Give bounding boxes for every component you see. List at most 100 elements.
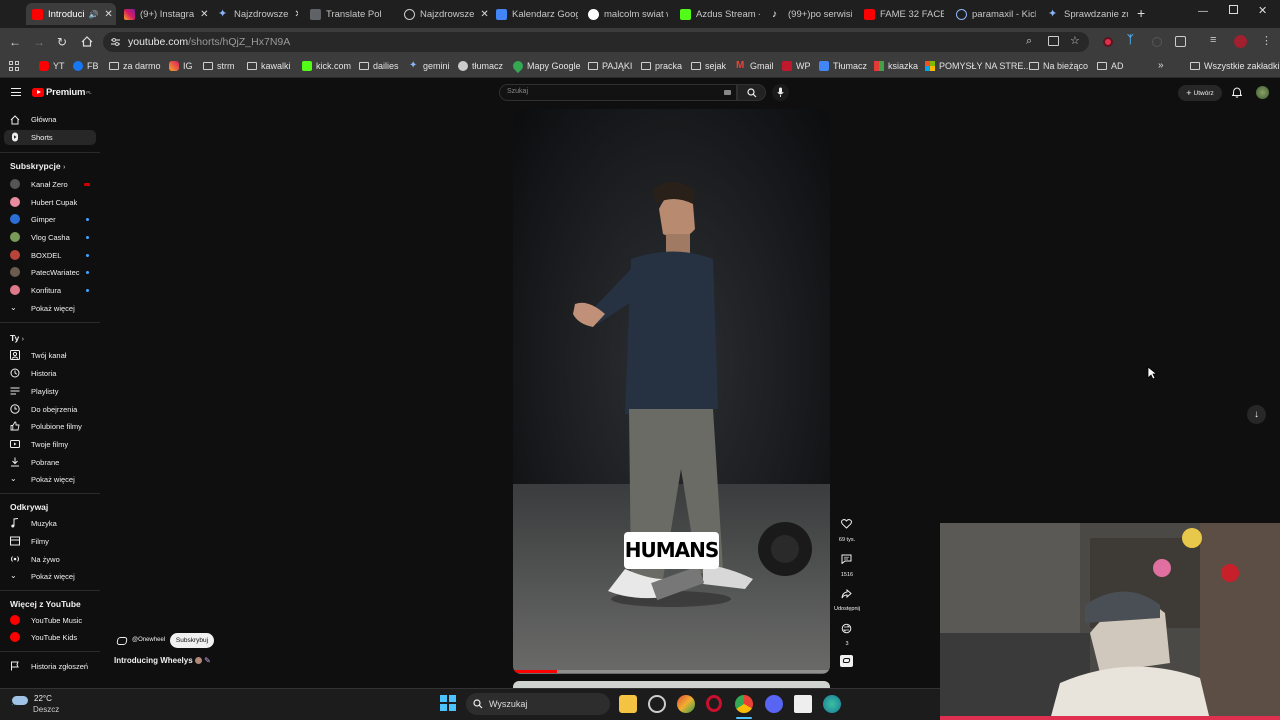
bookmark-star-icon[interactable]: ☆ [1070, 34, 1080, 47]
like-heart-icon[interactable] [841, 519, 852, 529]
tab-chatgpt[interactable]: Najzdrowsze ✕ [404, 3, 492, 25]
install-app-icon[interactable] [1048, 36, 1059, 46]
capcut-icon[interactable] [794, 695, 812, 713]
edge-icon[interactable] [823, 695, 841, 713]
sidebar-item-watch-later[interactable]: Do obejrzenia [10, 404, 77, 414]
zoom-icon[interactable]: ⌕ [1026, 35, 1032, 48]
youtube-premium-logo[interactable]: Premium PL [32, 87, 92, 98]
hamburger-menu-icon[interactable] [11, 88, 21, 97]
sub-item[interactable]: Kanał Zero [10, 179, 68, 189]
tab-kick-paramaxil[interactable]: paramaxil - Kick [956, 3, 1036, 25]
bookmark-kick[interactable]: kick.com [302, 61, 351, 71]
extension-disabled-icon[interactable] [1152, 37, 1162, 47]
short-title[interactable]: Introducing Wheelys ✎ [114, 656, 211, 665]
tab-calendar[interactable]: Kalendarz Googl [496, 3, 578, 25]
sidebar-item-playlists[interactable]: Playlisty [10, 386, 59, 396]
tab-google[interactable]: malcolm swiat w [588, 3, 668, 25]
keyboard-icon[interactable] [724, 90, 731, 95]
account-avatar[interactable] [1256, 86, 1269, 99]
sub-item[interactable]: Hubert Cupak [10, 197, 77, 207]
voice-search-button[interactable] [772, 84, 789, 101]
tab-gemini[interactable]: ✦ Najzdrowsze ✕ [218, 3, 298, 25]
home-button[interactable] [81, 36, 93, 47]
discord-icon[interactable] [765, 695, 783, 713]
channel-handle[interactable]: @Onewheel [132, 637, 165, 643]
bookmark-all[interactable]: Wszystkie zakładki [1190, 61, 1280, 71]
sidebar-item-history[interactable]: Historia [10, 368, 56, 378]
sub-item[interactable]: PatecWariatec [10, 267, 80, 277]
tab-instagram[interactable]: (9+) Instagra ✕ [124, 3, 212, 25]
obs-icon[interactable] [648, 695, 666, 713]
you-heading[interactable]: Ty › [10, 333, 24, 343]
maximize-button[interactable] [1229, 5, 1238, 14]
bookmark-ksiazka[interactable]: ksiazka [874, 61, 918, 71]
close-window-button[interactable]: ✕ [1258, 4, 1267, 17]
browser-app-icon[interactable] [677, 695, 695, 713]
forward-button[interactable]: → [33, 35, 45, 49]
bookmark-na-biezaco[interactable]: Na bieżąco [1029, 61, 1088, 71]
back-button[interactable]: ← [9, 35, 21, 49]
taskbar-search-box[interactable] [466, 693, 610, 715]
sidebar-item-live[interactable]: Na żywo [10, 554, 60, 564]
bookmark-yt[interactable]: YT [39, 61, 65, 71]
subscriptions-heading[interactable]: Subskrypcje › [10, 161, 65, 171]
opera-icon[interactable] [706, 695, 722, 712]
weather-temperature[interactable]: 22°C [34, 694, 52, 703]
comments-icon[interactable] [841, 554, 852, 564]
search-button[interactable] [737, 84, 766, 101]
file-explorer-icon[interactable] [619, 695, 637, 713]
show-more-subs[interactable]: ⌄ Pokaż więcej [10, 303, 75, 313]
sidebar-item-shorts[interactable]: Shorts [10, 132, 53, 142]
url-text[interactable]: youtube.com/shorts/hQjZ_Hx7N9A [128, 36, 290, 48]
video-progress-track[interactable] [513, 670, 830, 673]
chrome-icon[interactable] [735, 695, 753, 713]
sidebar-item-home[interactable]: Główna [10, 114, 96, 125]
record-extension-icon[interactable] [1103, 37, 1113, 47]
tab-youtube-fame[interactable]: FAME 32 FACE2F [864, 3, 944, 25]
sub-item[interactable]: BOXDEL [10, 250, 61, 260]
tab-kick[interactable]: Azdus Stream - V [680, 3, 760, 25]
sidebar-item-report-history[interactable]: Historia zgłoszeń [10, 661, 88, 671]
show-more-you[interactable]: ⌄ Pokaż więcej [10, 474, 75, 484]
bookmark-tlumacz-google[interactable]: Tłumacz [819, 61, 867, 71]
sidebar-item-your-videos[interactable]: Twoje filmy [10, 439, 68, 449]
search-input[interactable] [499, 84, 737, 101]
subscribe-button[interactable]: Subskrybuj [170, 633, 214, 648]
reload-button[interactable]: ↻ [57, 35, 67, 49]
bookmark-pajaki[interactable]: PAJĄKI [588, 61, 632, 71]
sidebar-item-youtube-music[interactable]: YouTube Music [10, 615, 82, 625]
bookmark-gmail[interactable]: M Gmail [736, 61, 774, 72]
bookmark-pomysly[interactable]: POMYSŁY NA STRE... [925, 61, 1031, 71]
notifications-bell-icon[interactable] [1232, 87, 1242, 98]
apps-grid-icon[interactable] [9, 61, 19, 71]
sidebar-item-movies[interactable]: Filmy [10, 536, 49, 546]
show-more-explore[interactable]: ⌄ Pokaż więcej [10, 571, 75, 581]
close-tab-icon[interactable]: ✕ [294, 9, 298, 20]
shorts-video-player[interactable]: HUMANS [513, 109, 830, 674]
next-short-down-arrow-icon[interactable]: ↓ [1247, 405, 1266, 424]
bookmark-tlumacz[interactable]: tłumacz [458, 61, 503, 71]
sub-item[interactable]: Gimper [10, 214, 56, 224]
remix-icon[interactable] [841, 623, 852, 634]
tab-tiktok[interactable]: ♪ (99+)po serwisie [772, 3, 852, 25]
bookmark-sejak[interactable]: sejak [691, 61, 726, 71]
bookmark-kawalki[interactable]: kawalki [247, 61, 291, 71]
sidebar-item-youtube-kids[interactable]: YouTube Kids [10, 632, 77, 642]
weather-rain-icon[interactable]: ' ' ' [12, 696, 30, 710]
sidebar-item-your-channel[interactable]: Twój kanał [10, 350, 66, 360]
bookmark-fb[interactable]: FB [73, 61, 99, 71]
extensions-puzzle-icon[interactable] [1175, 36, 1186, 47]
new-tab-button[interactable]: + [1137, 5, 1145, 21]
extension-icon[interactable]: ᛉ [1127, 34, 1134, 46]
weather-description[interactable]: Deszcz [33, 705, 59, 714]
site-info-icon[interactable] [110, 37, 121, 47]
sub-item[interactable]: Konfitura [10, 285, 61, 295]
sidebar-item-music[interactable]: Muzyka [10, 518, 57, 528]
bookmark-ig[interactable]: IG [169, 61, 193, 71]
more-bookmarks-chevron-icon[interactable]: » [1158, 60, 1164, 71]
create-button[interactable]: + Utwórz [1178, 85, 1222, 101]
bookmark-gemini[interactable]: ✦ gemini [409, 61, 450, 72]
tab-active[interactable]: Introduci 🔊 ✕ [26, 3, 116, 25]
sidebar-item-liked[interactable]: Polubione filmy [10, 421, 82, 431]
bookmark-maps[interactable]: Mapy Google [510, 58, 581, 74]
